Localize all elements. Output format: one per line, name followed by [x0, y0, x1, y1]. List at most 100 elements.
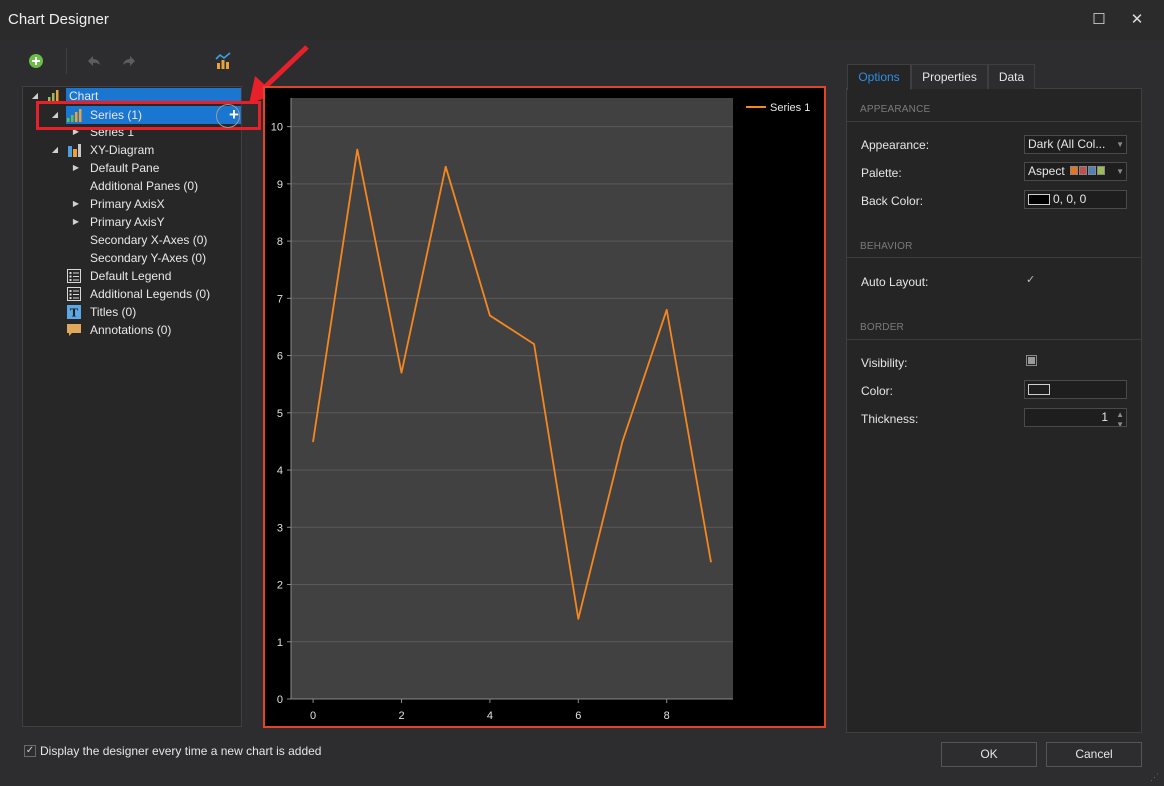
window-title: Chart Designer — [8, 11, 109, 28]
y-tick-label: 6 — [277, 351, 283, 363]
text-title-icon: T — [66, 304, 82, 320]
expanded-arrow-icon[interactable]: ◢ — [50, 141, 60, 159]
tree-item-additional-panes[interactable]: Additional Panes (0) — [90, 177, 198, 195]
tree-item-default-pane[interactable]: Default Pane — [90, 159, 159, 177]
tab-properties[interactable]: Properties — [911, 64, 988, 89]
data-point — [400, 371, 403, 374]
redo-icon[interactable] — [118, 50, 140, 72]
svg-text:T: T — [70, 307, 79, 320]
tree-item-titles[interactable]: Titles (0) — [90, 303, 136, 321]
chevron-down-icon: ▼ — [1116, 140, 1124, 149]
collapsed-arrow-icon[interactable]: ▶ — [71, 195, 81, 213]
chevron-down-icon: ▼ — [1116, 167, 1124, 176]
x-tick-label: 6 — [575, 710, 581, 722]
data-point — [710, 560, 712, 563]
x-tick-label: 8 — [664, 710, 670, 722]
palette-color-swatch — [1070, 166, 1079, 176]
color-swatch — [1028, 384, 1050, 396]
data-point — [533, 343, 535, 346]
palette-swatches — [1070, 163, 1106, 180]
y-tick-label: 3 — [277, 522, 283, 534]
plot-pane — [291, 98, 733, 699]
x-tick-label: 2 — [398, 710, 404, 722]
thickness-value: 1 — [1101, 410, 1108, 424]
section-divider — [847, 339, 1141, 340]
resize-grip-icon[interactable]: ⋰ — [1150, 772, 1160, 782]
tree-item-secondary-x-axes[interactable]: Secondary X-Axes (0) — [90, 231, 207, 249]
legend-label: Series 1 — [770, 102, 810, 114]
legend-icon — [66, 268, 82, 284]
maximize-button[interactable]: ☐ — [1087, 9, 1111, 31]
annotation-icon — [66, 322, 82, 338]
x-tick-label: 0 — [310, 710, 316, 722]
tree-item-primary-axis-y[interactable]: Primary AxisY — [90, 213, 165, 231]
visibility-checkbox[interactable] — [1026, 355, 1037, 366]
appearance-value: Dark (All Col... — [1028, 137, 1106, 151]
auto-layout-label: Auto Layout: — [861, 275, 929, 289]
visibility-label: Visibility: — [861, 356, 908, 370]
display-designer-label: Display the designer every time a new ch… — [40, 744, 322, 758]
tree-item-default-legend[interactable]: Default Legend — [90, 267, 171, 285]
close-button[interactable]: ✕ — [1125, 9, 1149, 31]
palette-label: Palette: — [861, 166, 902, 180]
back-color-value: 0, 0, 0 — [1053, 192, 1087, 206]
toolbar-separator — [66, 48, 67, 74]
thickness-spin-editor[interactable]: 1 ▲ ▼ — [1024, 408, 1127, 427]
chart-wizard-icon[interactable] — [212, 50, 234, 72]
tab-data[interactable]: Data — [988, 64, 1035, 89]
palette-dropdown[interactable]: Aspect ▼ — [1024, 162, 1127, 181]
y-tick-label: 9 — [277, 179, 283, 191]
tree-item-xy-diagram[interactable]: XY-Diagram — [90, 141, 154, 159]
undo-icon[interactable] — [83, 50, 105, 72]
tree-item-annotations[interactable]: Annotations (0) — [90, 321, 171, 339]
data-point — [489, 314, 491, 317]
tree-item-secondary-y-axes[interactable]: Secondary Y-Axes (0) — [90, 249, 206, 267]
spin-down-icon[interactable]: ▼ — [1116, 416, 1124, 426]
back-color-label: Back Color: — [861, 194, 924, 208]
add-series-button[interactable]: + — [222, 104, 246, 126]
color-label: Color: — [861, 384, 894, 398]
y-tick-label: 8 — [277, 236, 283, 248]
data-point — [356, 148, 359, 151]
section-divider — [847, 121, 1141, 122]
data-point — [444, 165, 447, 168]
chart-preview[interactable]: 0 1 2 3 4 5 6 7 8 9 10 0 2 4 6 8 Series 1 — [263, 86, 826, 728]
diagram-icon — [66, 142, 82, 158]
y-tick-label: 10 — [271, 122, 283, 134]
data-point — [665, 308, 668, 311]
data-point — [621, 440, 624, 443]
palette-color-swatch — [1097, 166, 1106, 176]
auto-layout-checkbox[interactable]: ✓ — [1026, 274, 1038, 286]
section-border: BORDER — [860, 322, 904, 333]
palette-color-swatch — [1088, 166, 1097, 176]
x-tick-label: 4 — [487, 710, 493, 722]
palette-value: Aspect — [1028, 164, 1065, 178]
ok-button[interactable]: OK — [941, 742, 1037, 767]
tree-item-primary-axis-x[interactable]: Primary AxisX — [90, 195, 165, 213]
legend-icon — [66, 286, 82, 302]
palette-color-swatch — [1079, 166, 1088, 176]
collapsed-arrow-icon[interactable]: ▶ — [71, 213, 81, 231]
color-swatch — [1028, 194, 1050, 206]
cancel-button[interactable]: Cancel — [1046, 742, 1142, 767]
section-behavior: BEHAVIOR — [860, 241, 913, 252]
appearance-dropdown[interactable]: Dark (All Col... ▼ — [1024, 135, 1127, 154]
section-divider — [847, 257, 1141, 258]
y-tick-label: 7 — [277, 293, 283, 305]
tab-options[interactable]: Options — [847, 64, 911, 90]
y-tick-label: 4 — [277, 465, 283, 477]
appearance-label: Appearance: — [861, 138, 930, 152]
back-color-field[interactable]: 0, 0, 0 — [1024, 190, 1127, 209]
y-tick-label: 5 — [277, 408, 283, 420]
data-point — [577, 617, 580, 620]
collapsed-arrow-icon[interactable]: ▶ — [71, 159, 81, 177]
y-tick-label: 0 — [277, 694, 283, 706]
title-bar — [0, 0, 1164, 40]
y-tick-label: 1 — [277, 637, 283, 649]
border-color-field[interactable] — [1024, 380, 1127, 399]
add-icon[interactable] — [25, 50, 47, 72]
tree-item-additional-legends[interactable]: Additional Legends (0) — [90, 285, 210, 303]
y-tick-label: 2 — [277, 580, 283, 592]
display-designer-checkbox[interactable]: ✓ — [24, 745, 36, 757]
section-appearance: APPEARANCE — [860, 104, 931, 115]
